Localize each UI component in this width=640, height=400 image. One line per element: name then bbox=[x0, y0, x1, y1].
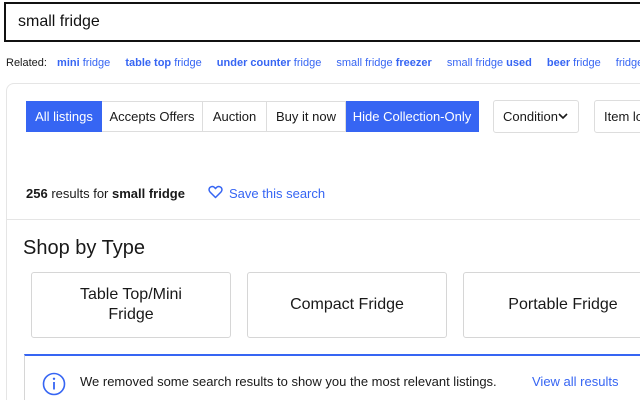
search-input[interactable]: small fridge bbox=[4, 2, 640, 42]
related-link-small-fridge-freezer[interactable]: small fridge freezer bbox=[336, 57, 431, 69]
info-icon bbox=[42, 372, 66, 400]
filter-accepts-offers[interactable]: Accepts Offers bbox=[102, 101, 203, 132]
notice-text: We removed some search results to show y… bbox=[80, 374, 497, 389]
related-label: Related: bbox=[6, 57, 47, 69]
condition-label: Condition bbox=[503, 109, 558, 124]
listing-filters: All listings Accepts Offers Auction Buy … bbox=[26, 101, 479, 132]
filter-hide-collection-only[interactable]: Hide Collection-Only bbox=[346, 101, 479, 132]
filter-buy-it-now[interactable]: Buy it now bbox=[267, 101, 346, 132]
related-link-mini-fridge[interactable]: mini fridge bbox=[57, 57, 110, 69]
related-link-table-top-fridge[interactable]: table top fridge bbox=[125, 57, 201, 69]
heart-icon bbox=[208, 185, 229, 202]
save-search-link[interactable]: Save this search bbox=[208, 185, 325, 202]
results-count: 256 results for small fridge bbox=[26, 186, 185, 201]
chevron-down-icon bbox=[557, 101, 569, 143]
related-searches: Related: mini fridge table top fridge un… bbox=[6, 57, 640, 71]
related-link-under-counter-fridge[interactable]: under counter fridge bbox=[217, 57, 322, 69]
related-link-fridge[interactable]: fridge bbox=[616, 57, 640, 69]
results-number: 256 bbox=[26, 186, 48, 201]
related-link-small-fridge-used[interactable]: small fridge used bbox=[447, 57, 532, 69]
type-card-compact-fridge[interactable]: Compact Fridge bbox=[247, 272, 447, 338]
filter-all-listings[interactable]: All listings bbox=[26, 101, 102, 132]
shop-by-type-heading: Shop by Type bbox=[23, 237, 145, 259]
item-location-dropdown[interactable]: Item lo bbox=[594, 100, 640, 133]
section-divider bbox=[6, 219, 640, 220]
related-link-beer-fridge[interactable]: beer fridge bbox=[547, 57, 601, 69]
condition-dropdown[interactable]: Condition bbox=[493, 100, 579, 133]
results-query: small fridge bbox=[112, 186, 185, 201]
item-location-label: Item lo bbox=[604, 109, 640, 124]
type-card-table-top-mini-fridge[interactable]: Table Top/Mini Fridge bbox=[31, 272, 231, 338]
view-all-results-link[interactable]: View all results bbox=[532, 374, 618, 389]
filter-auction[interactable]: Auction bbox=[203, 101, 267, 132]
type-card-portable-fridge[interactable]: Portable Fridge bbox=[463, 272, 640, 338]
save-search-label: Save this search bbox=[229, 186, 326, 201]
